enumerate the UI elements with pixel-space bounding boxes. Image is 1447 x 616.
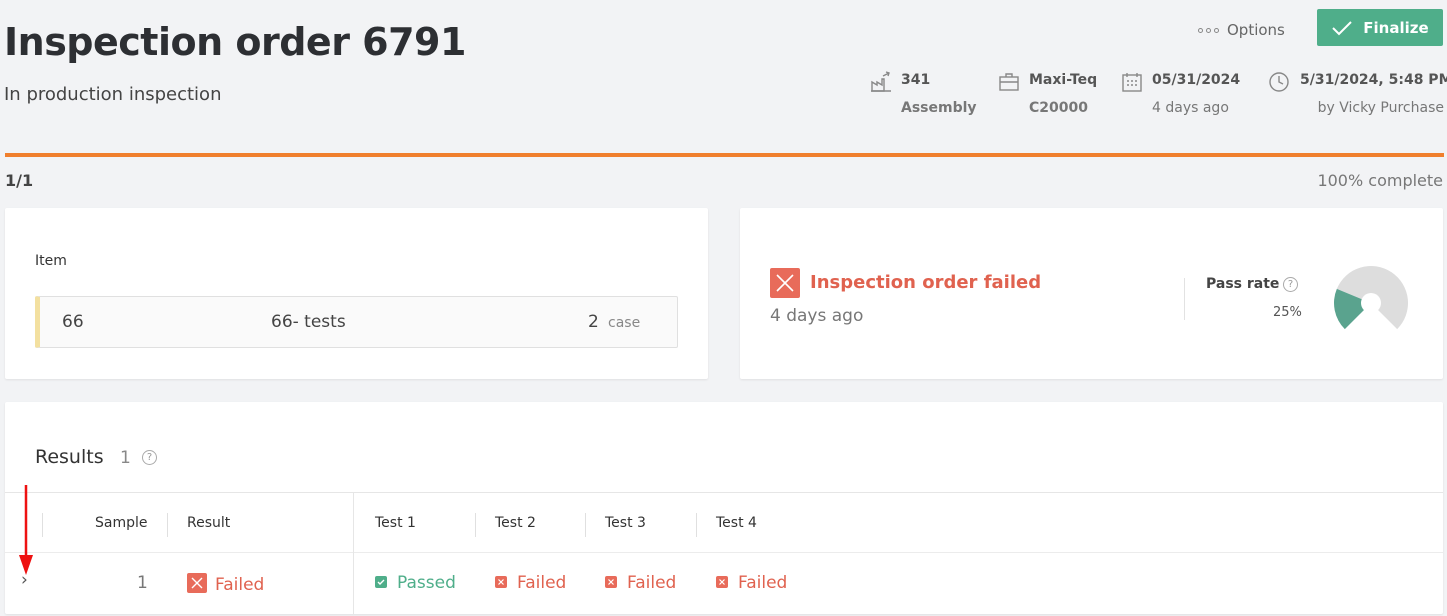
column-separator [696,513,697,537]
table-divider [353,492,354,614]
sample-number: 1 [137,573,148,593]
workcenter-code: 341 [901,72,931,88]
failed-icon [495,576,507,588]
meta-created: 5/31/2024, 5:48 PM by Vicky Purchase [1268,70,1447,122]
progress-count: 1/1 [5,171,34,190]
column-separator [475,513,476,537]
meta-workcenter: 341 Assembly [870,70,980,122]
column-header-test-3[interactable]: Test 3 [605,515,646,531]
result-cell: Failed [187,573,264,595]
inspection-date: 05/31/2024 [1152,72,1241,88]
test-1-cell: Passed [375,573,456,593]
progress-bar [5,153,1444,157]
results-title: Results [35,446,104,468]
result-label: Failed [215,575,265,595]
supplier-code: C20000 [1029,100,1088,116]
results-card: Results 1 ? Sample Result Test 1 Test 2 … [5,402,1443,614]
column-separator [167,513,168,537]
finalize-label: Finalize [1363,18,1429,37]
pass-rate-label: Pass rate [1206,276,1280,292]
item-label: Item [35,253,67,269]
item-unit: case [608,315,641,331]
test-4-cell: Failed [716,573,787,593]
column-header-test-2[interactable]: Test 2 [495,515,536,531]
column-header-result[interactable]: Result [187,515,230,531]
more-icon [1198,27,1219,33]
created-by: by Vicky Purchase [1317,100,1444,116]
item-code: 66 [62,312,84,332]
created-datetime: 5/31/2024, 5:48 PM [1300,72,1447,88]
failed-icon [716,576,728,588]
table-divider [5,552,1443,553]
workcenter-name: Assembly [901,100,977,116]
progress-label: 100% complete [1317,171,1443,190]
page-subtitle: In production inspection [4,84,222,105]
supplier-name: Maxi-Teq [1029,72,1098,88]
failed-icon [605,576,617,588]
help-icon[interactable]: ? [1283,277,1298,292]
factory-icon [871,71,891,92]
failed-icon [770,268,800,298]
column-separator [585,513,586,537]
options-label: Options [1227,21,1285,39]
column-separator [42,513,43,537]
test-2-result: Failed [517,573,567,593]
briefcase-icon [999,73,1019,91]
status-divider [1184,278,1185,320]
status-time: 4 days ago [770,306,864,326]
test-4-result: Failed [738,573,788,593]
status-title: Inspection order failed [810,272,1042,293]
item-card: Item 66 66- tests 2 case [5,208,708,379]
help-icon[interactable]: ? [142,450,157,465]
calendar-icon [1122,73,1142,92]
test-3-result: Failed [627,573,677,593]
annotation-arrow-icon [19,485,33,575]
item-quantity: 2 [588,312,599,332]
status-card: Inspection order failed 4 days ago Pass … [740,208,1443,379]
test-2-cell: Failed [495,573,566,593]
table-divider [5,492,1443,493]
test-1-result: Passed [397,573,456,593]
failed-icon [187,573,207,593]
options-button[interactable]: Options [1198,18,1285,42]
clock-icon [1269,72,1289,92]
progress-bar-fill [5,153,1444,157]
column-header-test-1[interactable]: Test 1 [375,515,416,531]
check-icon [1332,20,1353,35]
item-row[interactable]: 66 66- tests 2 case [35,296,678,348]
pass-rate-gauge [1334,265,1409,330]
inspection-date-relative: 4 days ago [1152,100,1229,116]
results-count: 1 [120,448,131,468]
item-name: 66- tests [271,312,346,332]
meta-date: 05/31/2024 4 days ago [1121,70,1251,122]
meta-supplier: Maxi-Teq C20000 [998,70,1108,122]
page-title: Inspection order 6791 [4,20,466,64]
pass-rate-value: 25% [1273,305,1302,320]
passed-icon [375,576,387,588]
column-header-test-4[interactable]: Test 4 [716,515,757,531]
finalize-button[interactable]: Finalize [1317,9,1443,46]
column-header-sample[interactable]: Sample [95,515,148,531]
test-3-cell: Failed [605,573,676,593]
